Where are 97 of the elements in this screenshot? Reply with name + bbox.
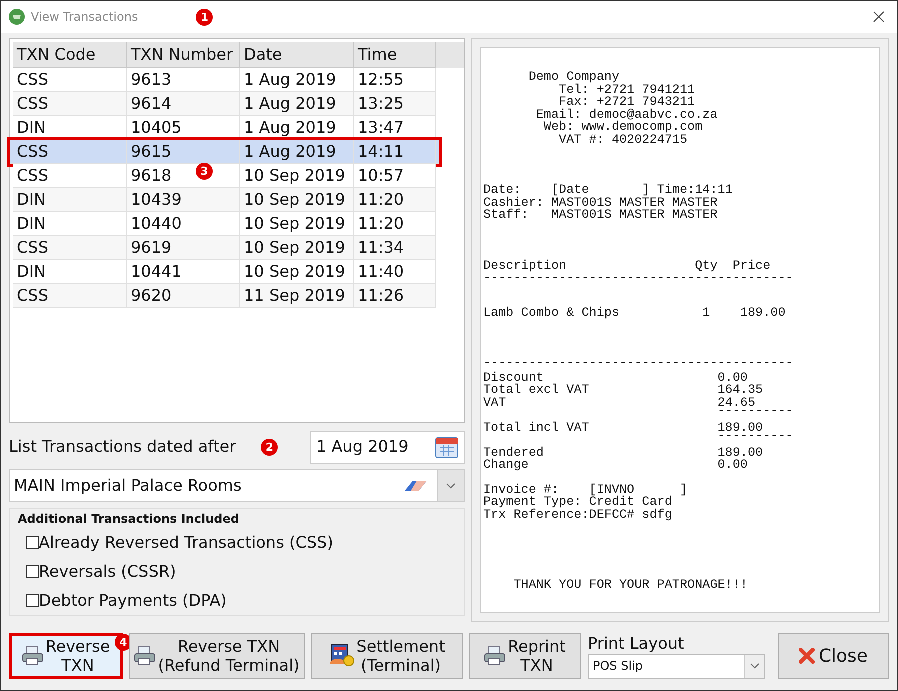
- table-row[interactable]: DIN 10441 10 Sep 2019 11:40: [13, 260, 436, 284]
- close-button[interactable]: Close: [778, 633, 889, 679]
- receipt-line: Cashier: MAST001S MASTER MASTER: [483, 196, 718, 209]
- table-cell: 10 Sep 2019: [240, 212, 354, 235]
- table-cell: 9619: [127, 236, 240, 259]
- group-title: Additional Transactions Included: [18, 511, 240, 528]
- table-cell: DIN: [13, 212, 127, 235]
- receipt-line: Demo Company: [528, 71, 620, 84]
- table-cell: CSS: [13, 236, 127, 259]
- table-row[interactable]: CSS 9614 1 Aug 2019 13:25: [13, 92, 436, 116]
- total-label: VAT: [483, 396, 506, 410]
- table-cell: 10 Sep 2019: [240, 188, 354, 211]
- table-row[interactable]: DIN 10440 10 Sep 2019 11:20: [13, 212, 436, 236]
- receipt-line: Trx Reference:DEFCC# sdfg: [483, 508, 672, 521]
- total-value: 0.00: [718, 459, 748, 472]
- table-cell: CSS: [13, 92, 127, 115]
- table-cell: CSS: [13, 284, 127, 307]
- table-cell: 11 Sep 2019: [240, 284, 354, 307]
- callout-badge: 2: [261, 438, 278, 456]
- table-cell: 1 Aug 2019: [240, 92, 354, 115]
- printer-icon: [134, 646, 156, 666]
- receipt-line: Fax: +2721 7943211: [559, 96, 696, 108]
- date-field[interactable]: 1 Aug 2019: [310, 430, 466, 464]
- checkbox[interactable]: [26, 536, 39, 549]
- total-value: 0.00: [718, 372, 748, 384]
- location-dropdown[interactable]: MAIN Imperial Palace Rooms: [9, 469, 466, 502]
- table-cell: 12:55: [354, 68, 436, 91]
- calculator-chart-icon: [328, 644, 355, 668]
- table-cell: 10 Sep 2019: [240, 164, 354, 187]
- table-cell: 14:11: [354, 140, 436, 163]
- table-cell: DIN: [13, 188, 127, 211]
- table-cell: 11:34: [354, 236, 436, 259]
- action-button[interactable]: Reprint TXN: [469, 633, 581, 679]
- action-button[interactable]: Settlement (Terminal): [311, 633, 463, 679]
- receipt-line: Date: [Date ] Time:14:11: [483, 184, 733, 196]
- checkbox-option[interactable]: Already Reversed Transactions (CSS): [26, 528, 334, 557]
- print-layout-label: Print Layout: [588, 634, 686, 654]
- receipt-line: -----------------------------------------: [483, 272, 794, 284]
- table-cell: 1 Aug 2019: [240, 140, 354, 163]
- receipt-line: Tel: +2721 7941211: [558, 84, 696, 96]
- total-value: 164.35: [718, 384, 764, 396]
- table-cell: CSS: [13, 140, 127, 163]
- checkbox-option[interactable]: Debtor Payments (DPA): [26, 586, 227, 615]
- table-cell: 10441: [127, 260, 240, 283]
- table-cell: 9613: [127, 68, 240, 91]
- table-cell: DIN: [13, 260, 127, 283]
- checkbox[interactable]: [26, 565, 39, 578]
- table-cell: 10439: [127, 188, 240, 211]
- app-logo-icon: [9, 9, 25, 25]
- action-button[interactable]: Reverse TXN (Refund Terminal): [129, 633, 305, 679]
- table-cell: 13:25: [354, 92, 436, 115]
- table-cell: 11:26: [354, 284, 436, 307]
- receipt-line: VAT #: 4020224715: [558, 134, 688, 146]
- callout-badge: 1: [196, 8, 214, 26]
- receipt-line: Web: www.democomp.com: [542, 121, 703, 134]
- checkbox-option[interactable]: Reversals (CSSR): [26, 557, 176, 586]
- date-filter-label: List Transactions dated after: [9, 436, 236, 458]
- total-label: Total incl VAT: [483, 420, 590, 434]
- table-cell: CSS: [13, 164, 127, 187]
- table-cell: 10 Sep 2019: [240, 260, 354, 283]
- receipt-line: -----------------------------------------: [483, 357, 794, 370]
- total-label: Change: [483, 458, 529, 472]
- table-row[interactable]: DIN 10439 10 Sep 2019 11:20: [13, 188, 436, 212]
- window-title: View Transactions: [31, 9, 138, 26]
- table-row[interactable]: CSS 9613 1 Aug 2019 12:55: [13, 68, 436, 92]
- close-icon: [798, 648, 815, 664]
- table-row[interactable]: CSS 9619 10 Sep 2019 11:34: [13, 236, 436, 260]
- receipt-line: Lamb Combo & Chips 1 189.00: [483, 306, 786, 319]
- chevron-down-icon: [750, 663, 760, 669]
- receipt-line: Description Qty Price: [483, 260, 771, 272]
- table-cell: CSS: [13, 68, 127, 91]
- printer-icon: [22, 646, 44, 666]
- table-cell: 10 Sep 2019: [240, 236, 354, 259]
- print-layout-dropdown[interactable]: POS Slip: [588, 654, 765, 678]
- chevron-down-icon: [446, 482, 456, 488]
- table-cell: 11:20: [354, 188, 436, 211]
- table-cell: 9614: [127, 92, 240, 115]
- receipt-line: THANK YOU FOR YOUR PATRONAGE!!!: [512, 579, 748, 592]
- receipt-line: Invoice #: [INVNO ]: [483, 484, 688, 496]
- total-label: Total excl VAT: [483, 383, 590, 397]
- total-label: Discount: [483, 370, 544, 384]
- printer-icon: [484, 646, 506, 666]
- table-cell: 10:57: [354, 164, 436, 187]
- receipt-line: Payment Type: Credit Card: [483, 496, 672, 508]
- table-row[interactable]: CSS 9620 11 Sep 2019 11:26: [13, 284, 436, 308]
- table-cell: 1 Aug 2019: [240, 68, 354, 91]
- close-icon[interactable]: [873, 11, 885, 23]
- total-label: Tendered: [483, 446, 544, 460]
- total-value: 189.00: [718, 446, 764, 459]
- receipt-line: Staff: MAST001S MASTER MASTER: [483, 209, 718, 222]
- table-cell: 10440: [127, 212, 240, 235]
- table-cell: 11:20: [354, 212, 436, 235]
- table-cell: 11:40: [354, 260, 436, 283]
- table-cell: 9620: [127, 284, 240, 307]
- receipt-line: Email: democ@aabvc.co.za: [535, 108, 718, 121]
- checkbox[interactable]: [26, 594, 39, 607]
- table-row[interactable]: CSS 9615 1 Aug 2019 14:11: [10, 140, 439, 164]
